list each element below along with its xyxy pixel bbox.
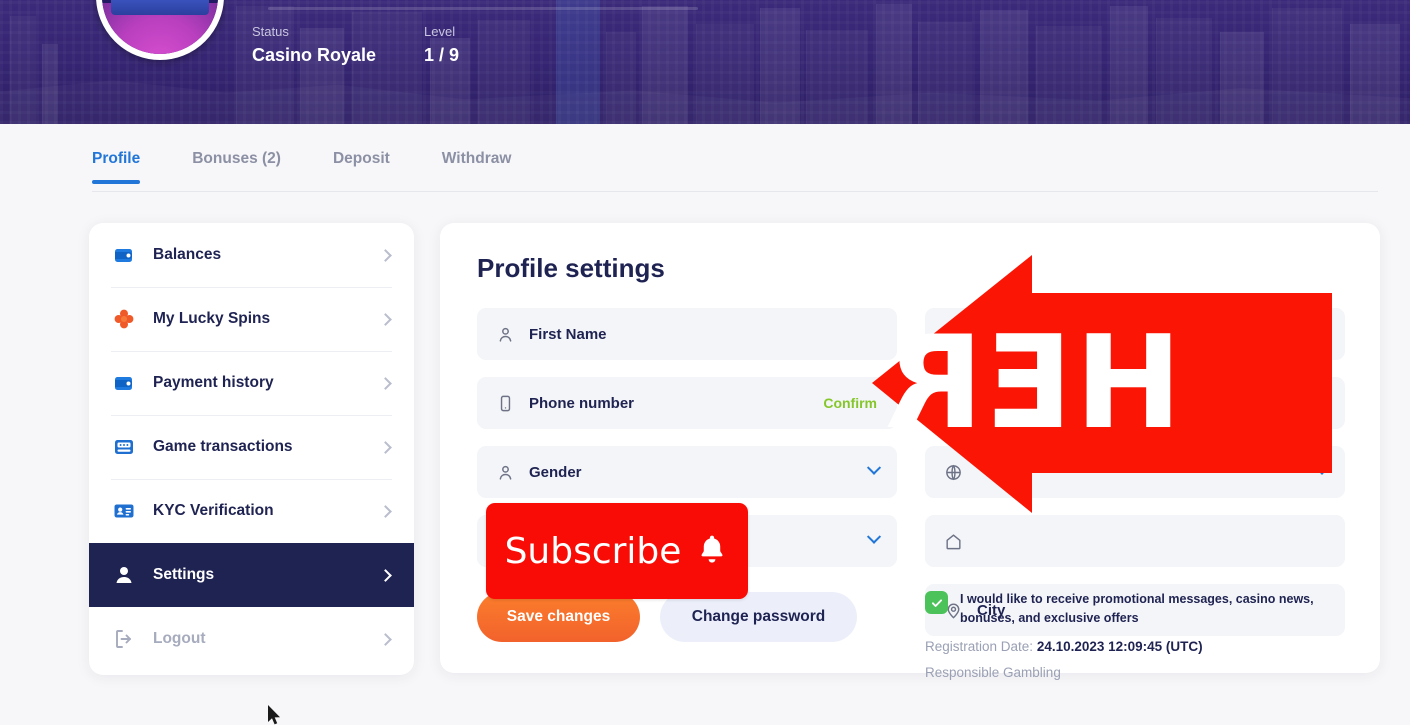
sidebar-item-label: KYC Verification [153,502,274,519]
wallet-icon [111,242,137,268]
header-stats: Status Casino Royale Level 1 / 9 [252,22,459,66]
chevron-right-icon [379,312,392,326]
promotional-consent-label: I would like to receive promotional mess… [960,592,1314,625]
save-changes-button[interactable]: Save changes [477,592,640,642]
change-password-button[interactable]: Change password [660,592,857,642]
sidebar-item-label: Logout [153,630,206,647]
promotional-consent-checkbox[interactable] [925,591,948,614]
chevron-right-icon [379,440,392,454]
mouse-cursor [268,705,282,725]
sidebar-item-label: Settings [153,566,215,583]
sidebar-item-label: Game transactions [153,438,293,455]
tab-bar: Profile Bonuses (2) Deposit Withdraw [0,124,1410,194]
casino-royale-logo: CASINO ROYALE [96,0,224,60]
slot-machine-icon [111,434,137,460]
sidebar-item-label: My Lucky Spins [153,310,271,327]
home-icon [943,531,963,551]
status-value: Casino Royale [252,44,377,65]
user-icon [111,562,137,588]
tab-profile[interactable]: Profile [92,150,141,184]
wallet-icon [111,370,137,396]
chevron-right-icon [379,376,392,390]
page-root: CASINO ROYALE Status Casino Royale Level… [0,0,1410,725]
sidebar-item-label: Payment history [153,374,274,391]
tab-bonuses[interactable]: Bonuses (2) [192,150,281,184]
address-input[interactable] [925,515,1345,567]
subscribe-overlay-button[interactable]: Subscribe [486,503,748,599]
status-stat: Status Casino Royale [252,22,376,66]
chevron-down-icon[interactable] [866,460,882,475]
level-stat: Level 1 / 9 [424,22,459,66]
gender-select[interactable]: Gender [477,446,897,498]
form-actions: Save changes Change password [477,592,857,642]
phone-icon [495,393,515,413]
chevron-right-icon [379,504,392,518]
sidebar-item-game-transactions[interactable]: Game transactions [89,415,414,479]
gender-label: Gender [529,463,582,481]
user-icon [943,324,963,344]
level-label: Level [424,24,456,39]
user-icon [495,462,515,482]
promotional-consent[interactable]: I would like to receive promotional mess… [925,590,1357,628]
banner-progress-line [268,7,698,10]
confirm-phone-button[interactable]: Confirm [823,395,877,411]
phone-number-label: Phone number [529,394,635,412]
clover-icon [111,306,137,332]
responsible-gambling-link[interactable]: Responsible Gambling [925,665,1061,680]
phone-number-input[interactable]: Phone number Confirm [477,377,897,429]
tab-withdraw[interactable]: Withdraw [442,150,512,184]
last-name-input[interactable] [925,308,1345,360]
globe-icon [943,462,963,482]
chevron-down-icon[interactable] [866,529,882,544]
country-select[interactable] [925,446,1345,498]
sidebar-item-my-lucky-spins[interactable]: My Lucky Spins [89,287,414,351]
user-icon [495,324,515,344]
status-label: Status [252,24,289,39]
sidebar-item-kyc-verification[interactable]: KYC Verification [89,479,414,543]
sidebar-item-payment-history[interactable]: Payment history [89,351,414,415]
sidebar-item-logout[interactable]: Logout [89,607,414,671]
sidebar-item-balances[interactable]: Balances [89,223,414,287]
registration-date-label: Registration Date: [925,639,1037,654]
logout-icon [111,626,137,652]
chevron-right-icon [379,632,392,646]
sidebar-item-label: Balances [153,246,222,263]
page-title: Profile settings [477,253,665,283]
level-value: 1 / 9 [424,44,460,65]
registration-date: Registration Date: 24.10.2023 12:09:45 (… [925,639,1203,654]
account-sidebar: Balances My Lucky Spins Payment history … [89,223,414,675]
header-banner: CASINO ROYALE Status Casino Royale Level… [0,0,1410,124]
first-name-input[interactable]: First Name [477,308,897,360]
tab-bar-divider [92,191,1378,192]
chevron-right-icon [379,568,392,582]
first-name-label: First Name [529,325,607,343]
bell-icon [695,532,729,571]
chevron-down-icon[interactable] [1314,460,1330,475]
subscribe-label: Subscribe [504,530,682,572]
tab-deposit[interactable]: Deposit [333,150,390,184]
chevron-right-icon [379,248,392,262]
sidebar-item-settings[interactable]: Settings [89,543,414,607]
registration-date-value: 24.10.2023 12:09:45 (UTC) [1036,639,1203,654]
email-input[interactable] [925,377,1345,429]
mail-icon [943,393,963,413]
id-card-icon [111,498,137,524]
